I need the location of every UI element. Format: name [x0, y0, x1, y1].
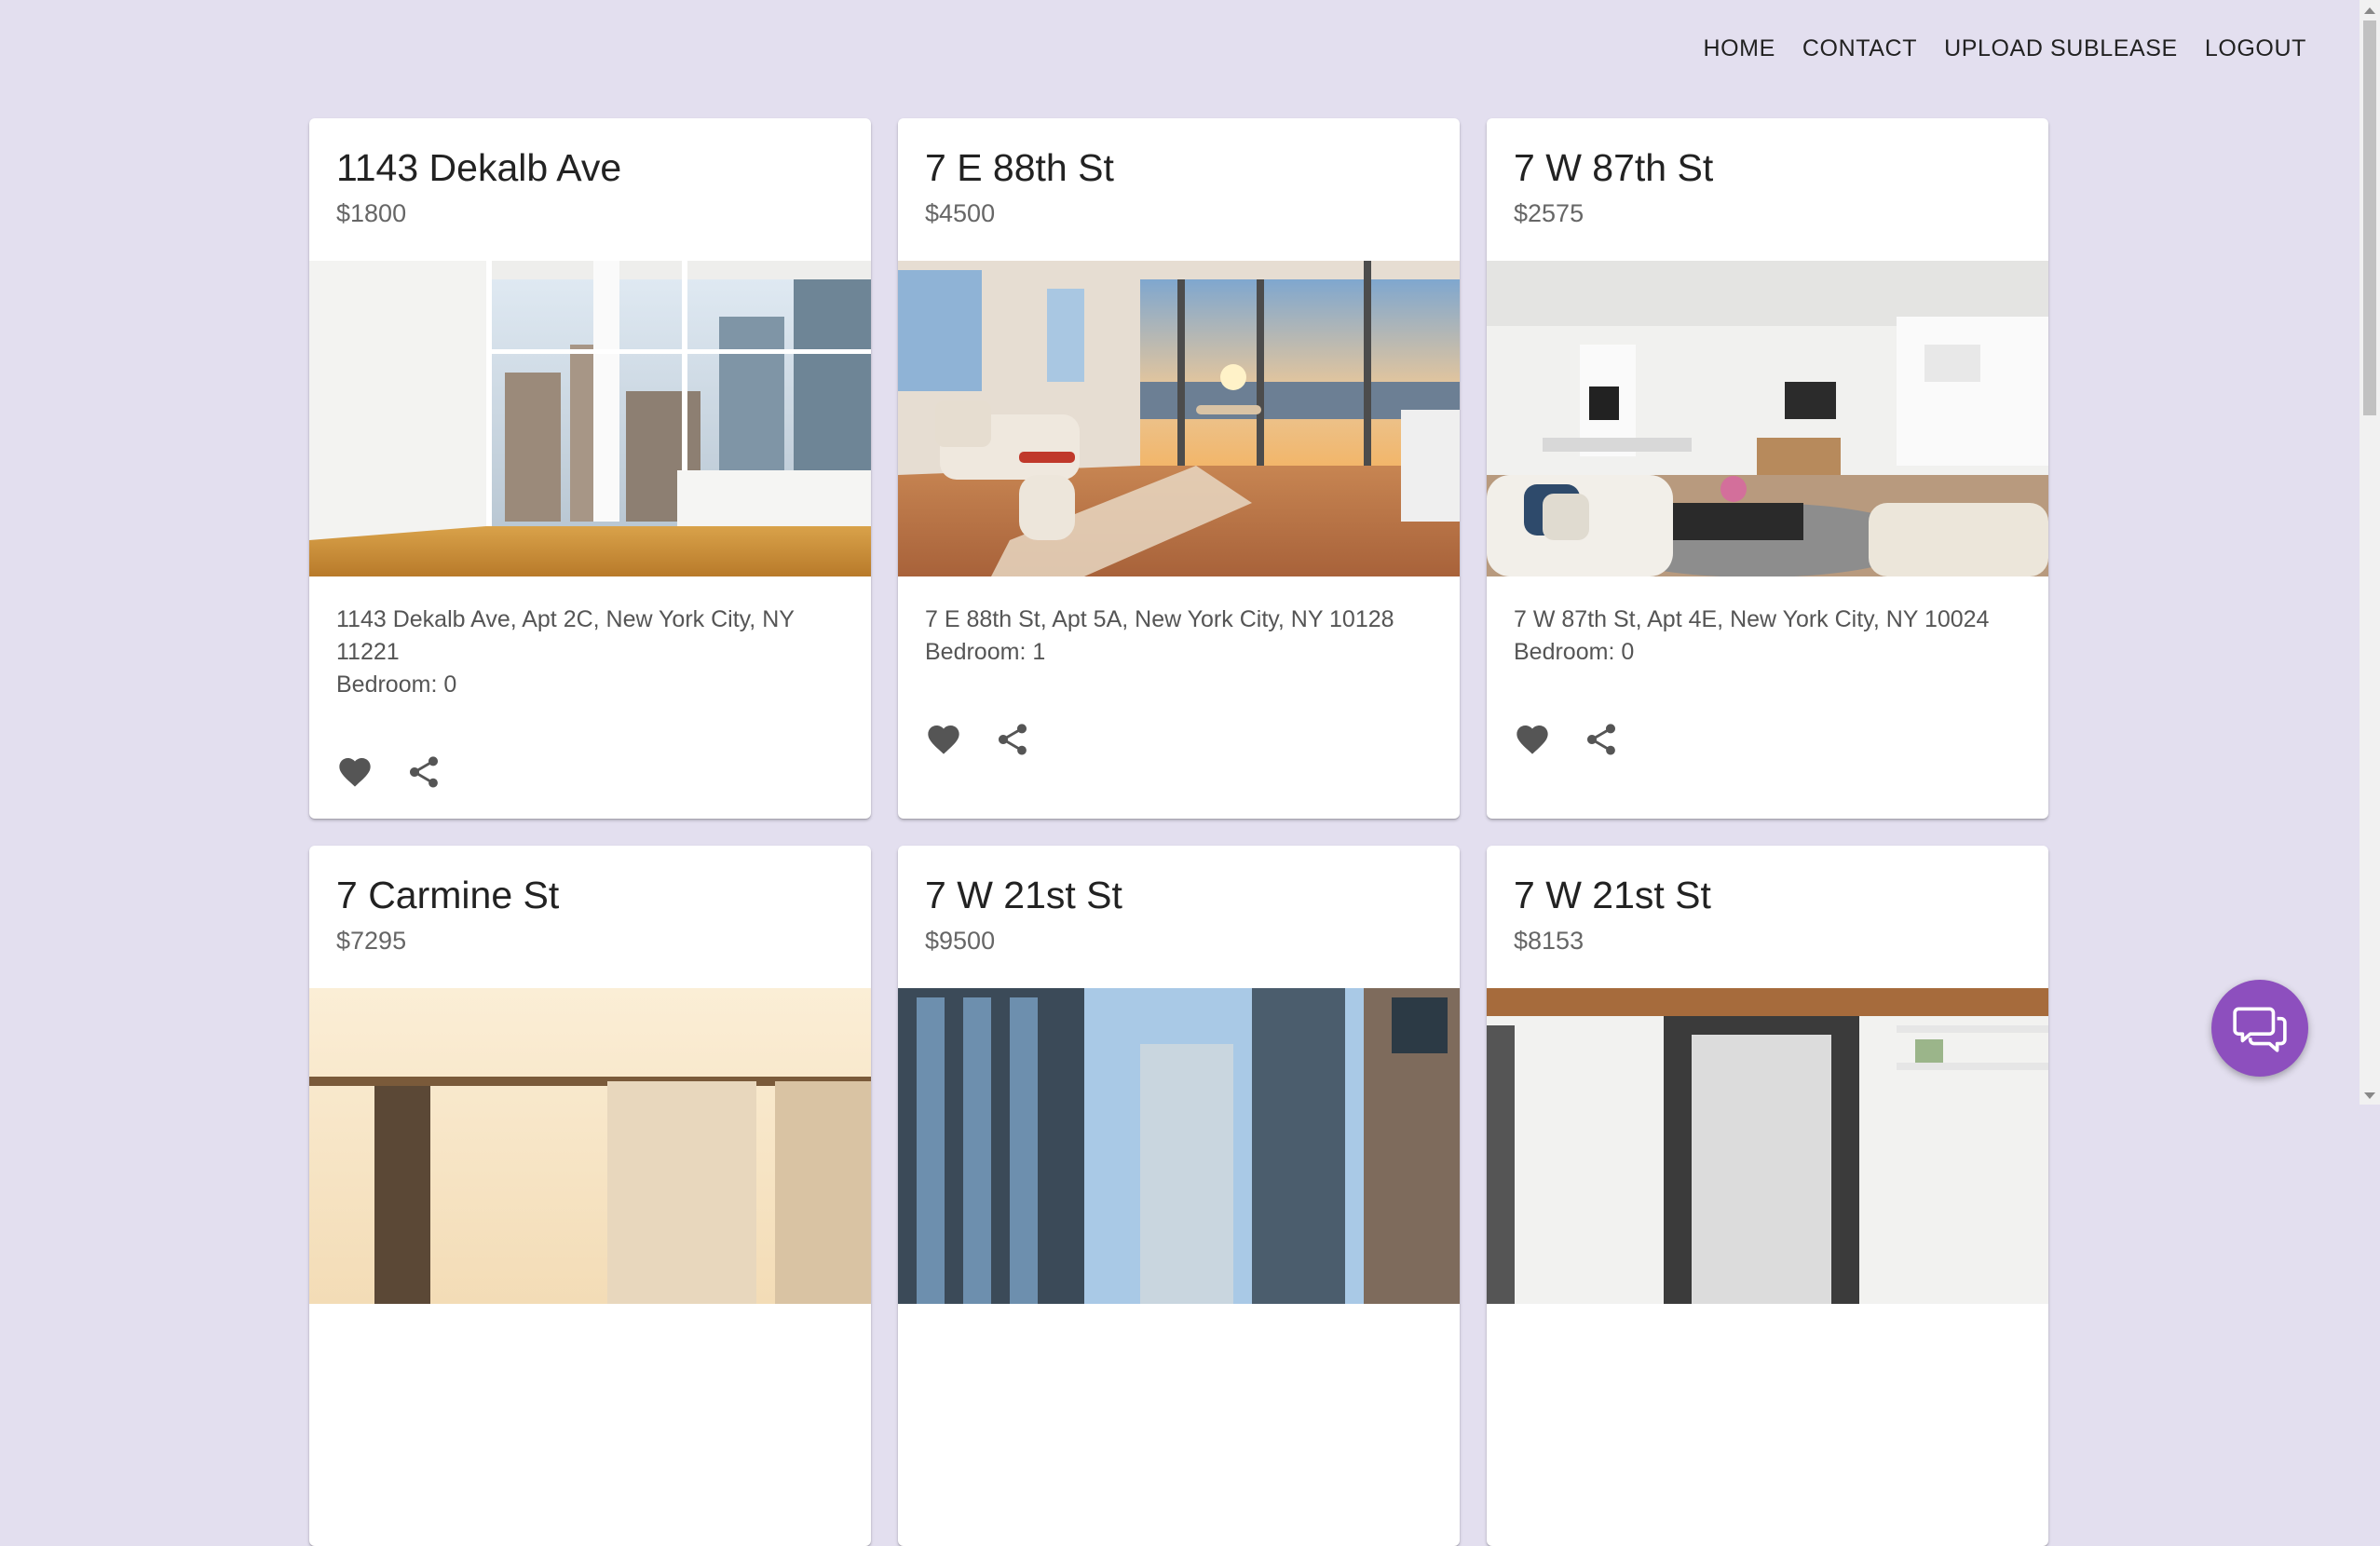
card-actions: [923, 719, 1033, 760]
listing-photo: [309, 988, 871, 1304]
nav-logout[interactable]: LOGOUT: [2205, 35, 2306, 62]
listing-bedrooms: Bedroom: 1: [925, 639, 1046, 665]
heart-icon: [339, 758, 371, 787]
listing-card[interactable]: 7 W 87th St $2575 7 W 87th St, Apt 4E, N…: [1487, 118, 2048, 819]
scroll-up-icon[interactable]: [2364, 7, 2375, 14]
listing-price: $2575: [1514, 199, 1584, 227]
favorite-button[interactable]: [923, 719, 964, 760]
chat-button[interactable]: [2211, 980, 2308, 1077]
card-actions: [334, 752, 444, 793]
listing-info: 1143 Dekalb Ave, Apt 2C, New York City, …: [336, 603, 839, 701]
share-button[interactable]: [992, 719, 1033, 760]
listing-title: 1143 Dekalb Ave: [336, 146, 622, 189]
listing-photo: [898, 988, 1460, 1304]
listing-price: $9500: [925, 927, 996, 955]
share-icon: [999, 724, 1027, 755]
scrollbar-thumb[interactable]: [2363, 20, 2376, 415]
listing-info: 7 W 87th St, Apt 4E, New York City, NY 1…: [1514, 603, 2017, 669]
listing-title: 7 W 87th St: [1514, 146, 1714, 189]
listing-price: $4500: [925, 199, 996, 227]
chat-icon: [2233, 1007, 2287, 1052]
listing-info: 7 E 88th St, Apt 5A, New York City, NY 1…: [925, 603, 1428, 669]
listing-bedrooms: Bedroom: 0: [1514, 639, 1635, 665]
listing-price: $8153: [1514, 927, 1584, 955]
listing-card[interactable]: 7 W 21st St $9500: [898, 846, 1460, 1546]
favorite-button[interactable]: [334, 752, 375, 793]
nav-contact[interactable]: CONTACT: [1802, 35, 1917, 62]
listing-bedrooms: Bedroom: 0: [336, 671, 457, 698]
listing-card[interactable]: 7 W 21st St $8153: [1487, 846, 2048, 1546]
listing-title: 7 W 21st St: [1514, 874, 1711, 916]
listing-photo: [1487, 988, 2048, 1304]
listing-card[interactable]: 7 E 88th St $4500 7 E 88th St, Apt 5A, N…: [898, 118, 1460, 819]
heart-icon: [928, 726, 959, 754]
listing-photo: [1487, 261, 2048, 576]
nav-home[interactable]: HOME: [1703, 35, 1775, 62]
listing-price: $7295: [336, 927, 407, 955]
vertical-scrollbar[interactable]: [2360, 0, 2380, 1105]
scroll-down-icon[interactable]: [2364, 1092, 2375, 1099]
favorite-button[interactable]: [1512, 719, 1553, 760]
listing-address: 7 E 88th St, Apt 5A, New York City, NY 1…: [925, 606, 1394, 632]
listing-card[interactable]: 1143 Dekalb Ave $1800 1143 Dekalb Ave, A…: [309, 118, 871, 819]
top-navigation: HOME CONTACT UPLOAD SUBLEASE LOGOUT: [1676, 35, 2306, 62]
share-button[interactable]: [403, 752, 444, 793]
share-icon: [1587, 724, 1615, 755]
share-button[interactable]: [1581, 719, 1622, 760]
card-actions: [1512, 719, 1622, 760]
listing-price: $1800: [336, 199, 407, 227]
listing-photo: [309, 261, 871, 576]
listing-card[interactable]: 7 Carmine St $7295: [309, 846, 871, 1546]
listing-address: 1143 Dekalb Ave, Apt 2C, New York City, …: [336, 606, 795, 665]
listing-title: 7 W 21st St: [925, 874, 1122, 916]
heart-icon: [1516, 726, 1548, 754]
listing-photo: [898, 261, 1460, 576]
listing-title: 7 E 88th St: [925, 146, 1114, 189]
listing-address: 7 W 87th St, Apt 4E, New York City, NY 1…: [1514, 606, 1990, 632]
nav-upload-sublease[interactable]: UPLOAD SUBLEASE: [1944, 35, 2178, 62]
listing-title: 7 Carmine St: [336, 874, 560, 916]
share-icon: [410, 756, 438, 788]
